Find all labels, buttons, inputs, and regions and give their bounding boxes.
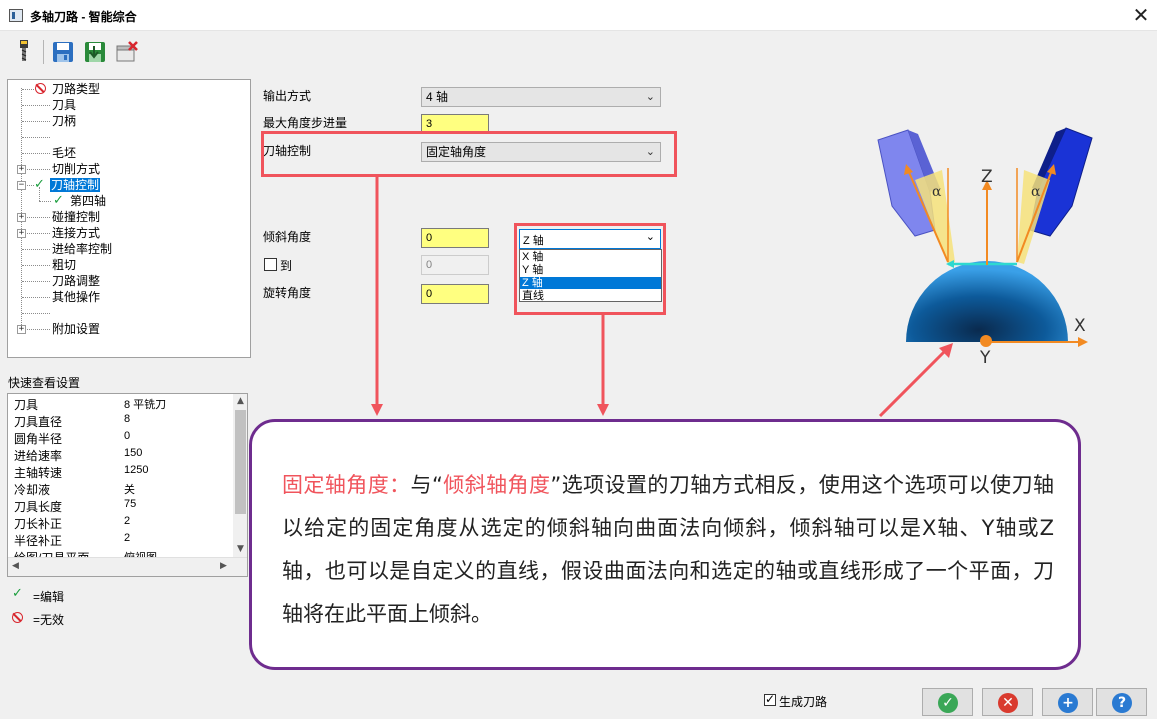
generate-toolpath-label: 生成刀路 xyxy=(779,695,828,709)
note-reference: 倾斜轴角度 xyxy=(442,473,551,497)
cancel-button[interactable]: ✕ xyxy=(982,688,1033,716)
check-icon: ✓ xyxy=(938,693,958,713)
plus-icon: + xyxy=(1058,693,1078,713)
x-icon: ✕ xyxy=(998,693,1018,713)
note-text: 固定轴角度：与“倾斜轴角度”选项设置的刀轴方式相反，使用这个选项可以使刀轴以给定… xyxy=(282,464,1054,636)
generate-toolpath-checkbox[interactable]: ✓ xyxy=(764,692,776,706)
y-axis-label: Y xyxy=(979,348,991,368)
ok-button[interactable]: ✓ xyxy=(922,688,973,716)
apply-button[interactable]: + xyxy=(1042,688,1093,716)
explanation-note: 固定轴角度：与“倾斜轴角度”选项设置的刀轴方式相反，使用这个选项可以使刀轴以给定… xyxy=(249,419,1081,670)
tilt-axis-diagram: Z X Y α α xyxy=(877,127,1093,368)
right-tool-icon xyxy=(1017,127,1093,264)
note-term: 固定轴角度： xyxy=(282,473,411,497)
left-tool-icon xyxy=(877,129,955,264)
question-icon: ? xyxy=(1112,693,1132,713)
alpha-right-label: α xyxy=(1031,184,1041,200)
alpha-left-label: α xyxy=(932,184,942,200)
note-segment: 与“ xyxy=(410,473,443,497)
z-axis-label: Z xyxy=(981,167,993,187)
help-button[interactable]: ? xyxy=(1096,688,1147,716)
x-axis-label: X xyxy=(1074,316,1086,336)
checkmark-icon: ✓ xyxy=(765,692,776,706)
